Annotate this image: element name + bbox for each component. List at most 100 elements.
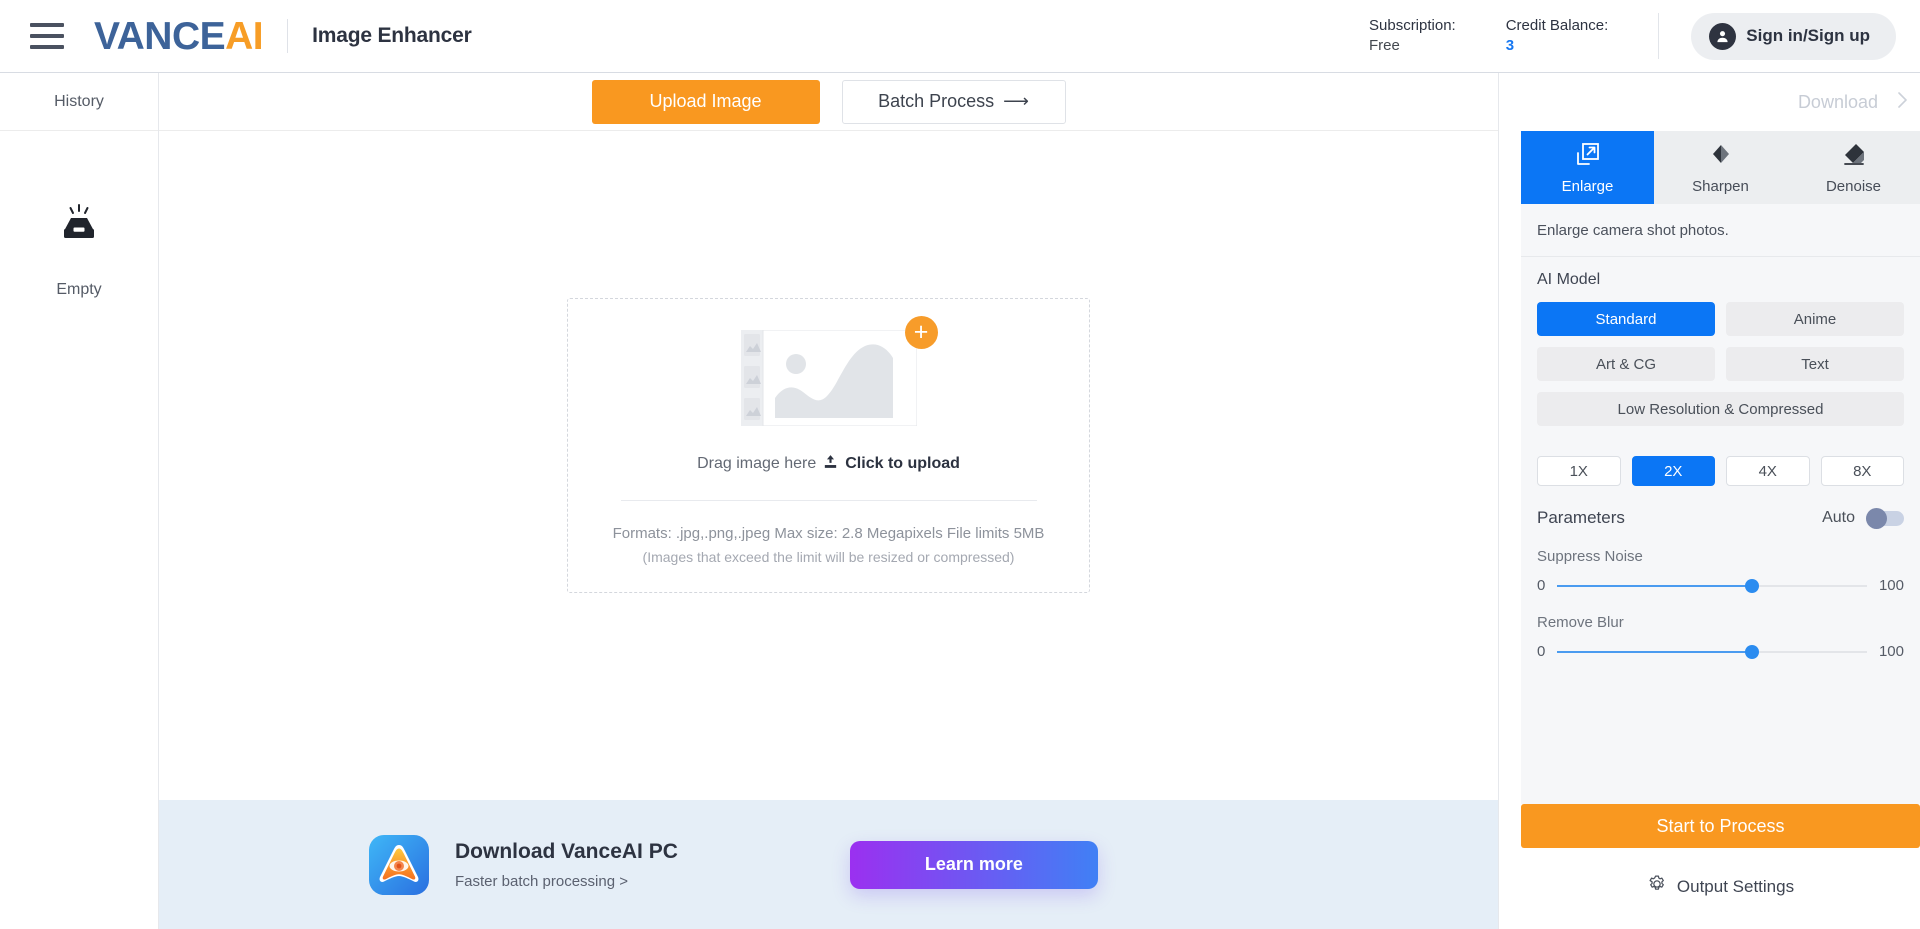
model-text[interactable]: Text — [1726, 347, 1904, 381]
credit-balance-value: 3 — [1505, 37, 1515, 54]
model-art-cg[interactable]: Art & CG — [1537, 347, 1715, 381]
auto-label: Auto — [1822, 509, 1855, 526]
hamburger-icon[interactable] — [30, 23, 64, 49]
sign-in-sign-up-button[interactable]: Sign in/Sign up — [1691, 12, 1896, 60]
scale-1x[interactable]: 1X — [1537, 456, 1621, 486]
suppress-noise-fill — [1557, 584, 1753, 587]
inbox-empty-icon — [57, 201, 101, 245]
batch-process-label: Batch Process — [878, 91, 995, 111]
panel-spacer — [1521, 660, 1920, 804]
tab-sharpen-label: Sharpen — [1692, 177, 1749, 195]
tab-sharpen[interactable]: Sharpen — [1654, 131, 1787, 204]
history-empty-label: Empty — [56, 281, 102, 298]
click-to-upload-text[interactable]: Click to upload — [845, 455, 960, 473]
mode-tabs: Enlarge Sharpen Denoise — [1521, 131, 1920, 204]
remove-blur-knob[interactable] — [1745, 644, 1760, 659]
brand-ai: AI — [225, 14, 264, 58]
upload-canvas: + Drag image here Click to upload Format… — [159, 131, 1498, 800]
drop-zone-instruction: Drag image here Click to upload — [697, 453, 960, 475]
remove-blur-slider-block: Remove Blur 0 100 — [1537, 614, 1904, 660]
promo-banner: Download VanceAI PC Faster batch process… — [159, 800, 1498, 929]
vanceai-pc-app-icon — [369, 834, 429, 895]
main-workspace: Upload Image Batch Process ⟶ + Drag imag… — [159, 73, 1498, 929]
model-anime[interactable]: Anime — [1726, 302, 1904, 336]
panel-footer: Start to Process Output Settings — [1521, 804, 1920, 929]
header-right-group: Subscription: Free Credit Balance: 3 Sig… — [1369, 12, 1896, 60]
scale-8x[interactable]: 8X — [1820, 456, 1904, 486]
suppress-noise-min: 0 — [1537, 577, 1546, 594]
subscription-label: Subscription: — [1369, 16, 1456, 34]
mode-description: Enlarge camera shot photos. — [1521, 204, 1920, 257]
header-divider — [1658, 13, 1660, 59]
remove-blur-row: 0 100 — [1537, 643, 1904, 660]
chevron-right-icon[interactable] — [1890, 88, 1914, 117]
tab-denoise[interactable]: Denoise — [1787, 131, 1920, 204]
credit-balance-label: Credit Balance: — [1505, 16, 1609, 34]
model-low-resolution-compressed[interactable]: Low Resolution & Compressed — [1537, 392, 1904, 426]
history-title: History — [54, 92, 104, 110]
credit-balance-block: Credit Balance: 3 — [1506, 16, 1609, 57]
suppress-noise-slider[interactable] — [1557, 578, 1867, 593]
tab-enlarge-label: Enlarge — [1561, 177, 1614, 195]
auto-toggle-group: Auto — [1822, 507, 1904, 529]
drag-image-text: Drag image here — [697, 455, 817, 472]
gear-icon — [1647, 874, 1667, 899]
subscription-block: Subscription: Free — [1369, 16, 1456, 57]
parameters-title: Parameters — [1537, 508, 1625, 527]
workspace-toolbar: Upload Image Batch Process ⟶ — [159, 73, 1498, 131]
promo-title: Download VanceAI PC — [455, 839, 678, 863]
enlarge-icon — [1575, 141, 1601, 172]
brand-wordmark: VANCEAI — [94, 14, 264, 58]
upload-image-button[interactable]: Upload Image — [591, 79, 820, 124]
tab-denoise-label: Denoise — [1825, 177, 1882, 195]
output-settings-button[interactable]: Output Settings — [1521, 874, 1920, 899]
output-settings-label: Output Settings — [1676, 876, 1795, 896]
image-placeholder-icon: + — [740, 316, 938, 427]
promo-subtitle[interactable]: Faster batch processing > — [455, 873, 678, 890]
hamburger-bar — [30, 23, 64, 27]
scale-options: 1X 2X 4X 8X — [1537, 456, 1904, 486]
page-title: Image Enhancer — [312, 24, 472, 47]
brand-logo[interactable]: VANCEAI — [94, 14, 264, 58]
app-root: VANCEAI Image Enhancer Subscription: Fre… — [0, 0, 1920, 929]
parameters-row: Parameters Auto — [1537, 507, 1904, 529]
ai-model-section: AI Model Standard Anime Art & CG Text Lo… — [1521, 257, 1920, 660]
header-brand-divider — [287, 19, 289, 53]
suppress-noise-row: 0 100 — [1537, 577, 1904, 594]
subscription-value: Free — [1369, 37, 1400, 54]
scale-2x[interactable]: 2X — [1631, 456, 1715, 486]
ai-model-options: Standard Anime Art & CG Text Low Resolut… — [1537, 302, 1904, 426]
history-header: History — [0, 73, 158, 131]
settings-panel: Download Enlarge Sharpen Denoise Enlarge… — [1498, 73, 1920, 929]
user-avatar-icon — [1709, 22, 1737, 50]
scale-4x[interactable]: 4X — [1726, 456, 1810, 486]
arrow-right-icon: ⟶ — [1003, 91, 1029, 111]
add-image-badge[interactable]: + — [904, 316, 938, 349]
denoise-eraser-icon — [1841, 141, 1867, 172]
start-to-process-button[interactable]: Start to Process — [1521, 804, 1920, 848]
learn-more-button[interactable]: Learn more — [849, 840, 1098, 889]
promo-banner-text: Download VanceAI PC Faster batch process… — [455, 840, 678, 890]
auto-toggle[interactable] — [1866, 507, 1904, 529]
model-standard[interactable]: Standard — [1537, 302, 1715, 336]
download-bar: Download — [1499, 73, 1920, 131]
sign-in-label: Sign in/Sign up — [1746, 26, 1870, 45]
tab-enlarge[interactable]: Enlarge — [1521, 131, 1654, 204]
remove-blur-max: 100 — [1878, 643, 1904, 660]
hamburger-bar — [30, 34, 64, 38]
remove-blur-fill — [1557, 650, 1753, 653]
sharpen-icon — [1708, 141, 1734, 172]
drop-zone[interactable]: + Drag image here Click to upload Format… — [567, 298, 1090, 593]
auto-toggle-knob — [1866, 507, 1887, 529]
app-body: History Empty Upload Image Batch Process… — [0, 73, 1920, 929]
batch-process-button[interactable]: Batch Process ⟶ — [841, 79, 1066, 124]
download-label[interactable]: Download — [1798, 92, 1878, 113]
remove-blur-label: Remove Blur — [1537, 614, 1624, 631]
suppress-noise-label: Suppress Noise — [1537, 548, 1643, 565]
remove-blur-slider[interactable] — [1557, 644, 1867, 659]
ai-model-title: AI Model — [1537, 271, 1601, 288]
enhancer-settings: Enlarge Sharpen Denoise Enlarge camera s… — [1521, 131, 1920, 804]
brand-vance: VANCE — [94, 14, 226, 58]
suppress-noise-knob[interactable] — [1745, 578, 1760, 593]
drop-zone-divider — [620, 500, 1037, 501]
